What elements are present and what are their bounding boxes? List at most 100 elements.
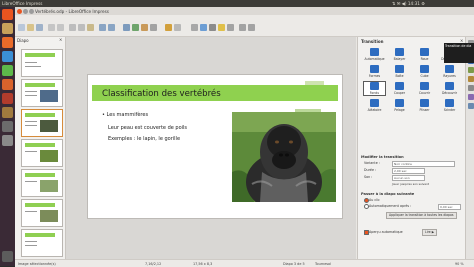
transition-option[interactable]: Couper xyxy=(389,82,410,95)
master-slides-icon[interactable] xyxy=(467,76,474,82)
paste-icon[interactable] xyxy=(87,24,94,31)
navigator-icon[interactable] xyxy=(467,103,474,109)
table-icon[interactable] xyxy=(123,24,130,31)
transition-label: Couper xyxy=(393,91,406,95)
cursor-position: 7,16/2,12 xyxy=(145,261,162,266)
slide-thumbnail-5[interactable] xyxy=(21,169,63,197)
gallery-icon[interactable] xyxy=(467,94,474,100)
transition-label: Boîte xyxy=(395,74,404,78)
close-icon[interactable] xyxy=(17,8,22,14)
slide-thumbnail-4[interactable] xyxy=(21,139,63,167)
star-icon[interactable] xyxy=(218,24,225,31)
fontwork-icon[interactable] xyxy=(227,24,234,31)
transition-option[interactable]: Automatique xyxy=(364,48,385,61)
transition-option[interactable]: Découvrir xyxy=(439,82,460,95)
chart-icon[interactable] xyxy=(141,24,148,31)
trash-icon[interactable] xyxy=(2,251,13,262)
transition-label: Rayures xyxy=(443,74,456,78)
firefox-icon[interactable] xyxy=(2,37,13,48)
copy-icon[interactable] xyxy=(78,24,85,31)
slide-line-3[interactable]: Exemples : le lapin, le gorille xyxy=(108,136,180,142)
transition-icon xyxy=(420,48,429,56)
duree-field[interactable]: 2,00 sec xyxy=(392,168,425,174)
slides-pane: Diapo × xyxy=(15,37,66,259)
son-select[interactable]: Aucun son xyxy=(392,175,425,181)
dash-icon[interactable] xyxy=(2,9,13,20)
shape-icon[interactable] xyxy=(200,24,207,31)
zoom-level[interactable]: 90 % xyxy=(455,262,464,266)
variante-label: Variante : xyxy=(364,161,380,165)
transition-option[interactable]: Rayures xyxy=(439,65,460,78)
auto-delay-field[interactable]: 0,00 sec xyxy=(438,204,461,210)
redo-icon[interactable] xyxy=(108,24,115,31)
cut-icon[interactable] xyxy=(69,24,76,31)
loop-sound-checkbox[interactable]: Jouer jusqu'au son suivant xyxy=(392,182,429,186)
calc-icon[interactable] xyxy=(2,65,13,76)
export-icon[interactable] xyxy=(48,24,55,31)
ubuntu-launcher xyxy=(0,7,15,266)
open-icon[interactable] xyxy=(27,24,34,31)
autopreview-label: Aperçu automatique xyxy=(369,230,403,234)
slide-bullet-1[interactable]: • Les mammifères xyxy=(102,112,148,118)
window-titlebar: Vertébrés.odp - LibreOffice Impress xyxy=(15,7,474,15)
transition-label: Automatique xyxy=(364,57,385,61)
slide-thumbnail-7[interactable] xyxy=(21,229,63,257)
slide-thumbnail-3[interactable] xyxy=(21,109,63,137)
line-icon[interactable] xyxy=(191,24,198,31)
variante-select[interactable]: Noir continu xyxy=(392,161,455,167)
transition-option[interactable]: Cube xyxy=(414,65,435,78)
slide-edit-area: Classification des vertébrés • Les mammi… xyxy=(66,37,356,259)
drive-icon[interactable] xyxy=(2,135,13,146)
transition-option[interactable]: Scinder xyxy=(439,99,460,112)
save-icon[interactable] xyxy=(36,24,43,31)
gorilla-photo[interactable] xyxy=(232,112,336,202)
slide-thumbnail-1[interactable] xyxy=(21,49,63,77)
new-icon[interactable] xyxy=(18,24,25,31)
align-icon[interactable] xyxy=(239,24,246,31)
arrow-icon[interactable] xyxy=(209,24,216,31)
slide-thumbnail-6[interactable] xyxy=(21,199,63,227)
slide-title[interactable]: Classification des vertébrés xyxy=(102,89,221,99)
transition-option[interactable]: Balayer xyxy=(389,48,410,61)
textbox-icon[interactable] xyxy=(150,24,157,31)
transition-label: Cube xyxy=(420,74,429,78)
software-center-icon[interactable] xyxy=(2,93,13,104)
arrange-icon[interactable] xyxy=(248,24,255,31)
slide-line-2[interactable]: Leur peau est couverte de poils xyxy=(108,125,187,131)
play-button[interactable]: Lire ▶ xyxy=(422,229,438,236)
impress-icon[interactable] xyxy=(2,79,13,90)
transition-option[interactable]: Formes xyxy=(364,65,385,78)
transition-option[interactable]: Couvrir xyxy=(414,82,435,95)
tray-icons[interactable]: ⇅ ✉ ◀) 14:31 ⚙ xyxy=(392,1,425,6)
print-icon[interactable] xyxy=(57,24,64,31)
files-icon[interactable] xyxy=(2,23,13,34)
slide-layout-icon[interactable] xyxy=(174,24,181,31)
store-icon[interactable] xyxy=(2,107,13,118)
on-click-label: Au clic xyxy=(369,198,380,202)
transition-option[interactable]: Plisser xyxy=(414,99,435,112)
transition-option[interactable]: Aléatoire xyxy=(364,99,385,112)
styles-icon[interactable] xyxy=(467,85,474,91)
maximize-icon[interactable] xyxy=(29,8,34,14)
current-slide[interactable]: Classification des vertébrés • Les mammi… xyxy=(88,75,342,218)
slide-thumbnail-2[interactable] xyxy=(21,79,63,107)
transition-option[interactable]: Boîte xyxy=(389,65,410,78)
transition-icon xyxy=(395,48,404,56)
minimize-icon[interactable] xyxy=(23,8,28,14)
settings-icon[interactable] xyxy=(2,121,13,132)
transition-icon xyxy=(395,65,404,73)
transition-icon xyxy=(395,82,404,90)
transition-label: Couvrir xyxy=(418,91,431,95)
animation-icon[interactable] xyxy=(467,67,474,73)
transition-option[interactable]: Pelage xyxy=(389,99,410,112)
transition-option[interactable]: Roue xyxy=(414,48,435,61)
writer-icon[interactable] xyxy=(2,51,13,62)
transition-option[interactable]: Fondu xyxy=(363,81,386,96)
apply-all-button[interactable]: Appliquer la transition à toutes les dia… xyxy=(386,212,457,219)
undo-icon[interactable] xyxy=(99,24,106,31)
sidebar-title: Transition xyxy=(361,39,384,44)
image-icon[interactable] xyxy=(132,24,139,31)
start-slideshow-icon[interactable] xyxy=(165,24,172,31)
transition-label: Pelage xyxy=(394,108,405,112)
close-pane-icon[interactable]: × xyxy=(59,37,62,42)
